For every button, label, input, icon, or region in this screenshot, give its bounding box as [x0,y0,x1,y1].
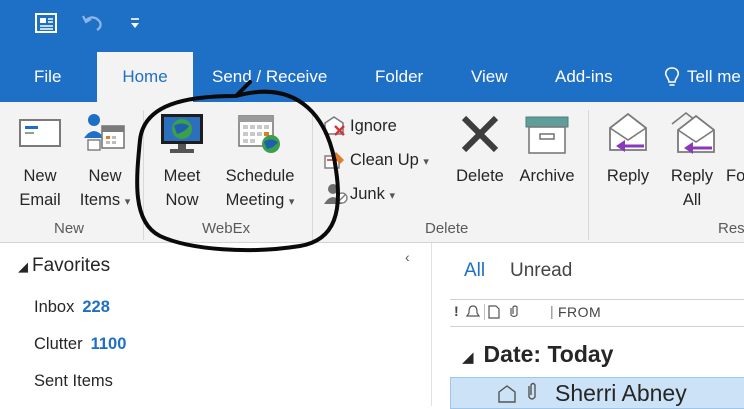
tab-home[interactable]: Home [97,52,193,104]
reply-icon [609,112,647,152]
reply-all-label-1: Reply [670,167,714,185]
folder-item-sent-items[interactable]: Sent Items [34,372,113,391]
schedule-meeting-label-1: Schedule [225,167,295,185]
unread-count: 1100 [90,335,127,353]
webex-monitor-globe-icon [161,114,203,153]
favorites-label: Favorites [32,255,111,276]
filter-unread[interactable]: Unread [510,260,572,282]
archive-label: Archive [519,167,575,185]
unread-count: 228 [82,298,110,316]
archive-button[interactable]: Archive [514,102,580,202]
attachment-column-icon[interactable] [506,304,522,320]
delete-label: Delete [456,167,504,185]
item-type-column-icon[interactable] [484,304,508,320]
folder-item-inbox[interactable]: Inbox 228 [34,298,110,317]
new-email-label-2: Email [19,191,61,209]
column-header-row: ! | FROM [450,299,744,327]
dropdown-arrow-icon: ▾ [389,190,395,202]
column-divider: | [550,303,554,319]
junk-user-icon [324,184,348,204]
reminder-bell-column-icon[interactable] [466,305,480,319]
new-items-icon [84,114,125,151]
forward-button[interactable]: Fo [726,102,744,214]
tab-send-receive[interactable]: Send / Receive [212,52,327,102]
reply-all-button[interactable]: Reply All [662,102,722,214]
delete-button[interactable]: Delete [450,102,510,202]
new-email-button[interactable]: New Email [12,102,68,214]
calendar-globe-icon [238,115,280,153]
date-group-header[interactable]: ◢ Date: Today [462,341,613,368]
reply-all-icon [671,111,715,154]
filter-all[interactable]: All [464,260,485,282]
new-items-label-1: New [88,167,122,185]
group-label-new: New [54,220,85,237]
group-label-webex: WebEx [202,220,251,237]
reply-all-label-2: All [682,191,702,209]
clean-up-button[interactable]: Clean Up ▾ [322,148,440,174]
tab-add-ins[interactable]: Add-ins [555,52,613,102]
meet-now-button[interactable]: Meet Now [153,102,211,214]
attachment-icon [528,382,536,400]
group-separator [588,110,589,240]
collapse-triangle-icon: ◢ [462,349,474,366]
meet-now-label-2: Now [165,191,199,209]
ignore-button[interactable]: Ignore [322,114,432,140]
lightbulb-icon [664,67,680,86]
message-row-selected[interactable]: Sherri Abney [450,377,744,409]
envelope-icon [19,119,61,147]
message-sender: Sherri Abney [555,380,687,406]
junk-button[interactable]: Junk ▾ [322,182,412,208]
customize-toolbar-icon[interactable] [124,10,150,36]
new-items-button[interactable]: New Items ▾ [72,102,138,214]
dropdown-arrow-icon: ▾ [288,196,295,208]
group-label-delete: Delete [425,220,469,237]
group-label-respond: Res [718,220,744,237]
ribbon: New Email New Items ▾ New Meet Now Sched… [0,102,744,243]
meet-now-label-1: Meet [163,167,201,185]
reply-label: Reply [606,167,650,185]
new-items-label-2: Items ▾ [72,188,138,214]
tab-file[interactable]: File [34,52,61,102]
expand-triangle-icon: ◢ [18,259,28,274]
clean-up-icon [324,152,344,169]
new-items-label-text: Items [79,191,121,209]
clean-up-label: Clean Up ▾ [350,148,429,174]
message-list: All Unread ! | FROM ◢ Date: Today Sherri … [431,243,744,409]
read-envelope-icon [498,385,516,403]
group-separator [312,110,313,240]
dropdown-arrow-icon: ▾ [423,156,429,168]
forward-label: Fo [726,167,744,185]
schedule-meeting-label-text: Meeting [225,191,285,209]
new-email-label-1: New [23,167,57,185]
date-group-label: Date: Today [483,341,614,367]
column-from[interactable]: FROM [558,304,601,320]
ignore-envelope-icon [324,116,345,136]
folder-name: Sent Items [34,372,113,390]
tab-view[interactable]: View [471,52,508,102]
schedule-meeting-button[interactable]: Schedule Meeting ▾ [215,102,305,214]
folder-name: Inbox [34,298,75,316]
reply-button[interactable]: Reply [598,102,658,214]
ignore-label: Ignore [350,117,397,135]
undo-icon[interactable] [80,10,106,36]
group-separator [143,110,144,240]
archive-box-icon [525,116,569,154]
quick-access-app-icon[interactable] [34,10,60,36]
schedule-meeting-label-2: Meeting ▾ [215,188,305,214]
ribbon-tab-row: File Home Send / Receive Folder View Add… [0,52,744,104]
clean-up-label-text: Clean Up [350,151,419,169]
delete-x-icon [461,115,499,153]
importance-column-icon[interactable]: ! [454,303,459,319]
folder-pane: ◢ Favorites ‹ Inbox 228 Clutter 1100 Sent I… [0,243,430,406]
junk-label-text: Junk [350,185,385,203]
title-bar [0,0,744,52]
junk-label: Junk ▾ [350,182,395,208]
folder-name: Clutter [34,335,83,353]
dropdown-arrow-icon: ▾ [124,196,131,208]
tab-tell-me[interactable]: Tell me [687,52,741,102]
favorites-header[interactable]: ◢ Favorites [18,255,110,277]
collapse-pane-icon[interactable]: ‹ [405,249,410,265]
tab-folder[interactable]: Folder [375,52,423,102]
folder-item-clutter[interactable]: Clutter 1100 [34,335,126,354]
